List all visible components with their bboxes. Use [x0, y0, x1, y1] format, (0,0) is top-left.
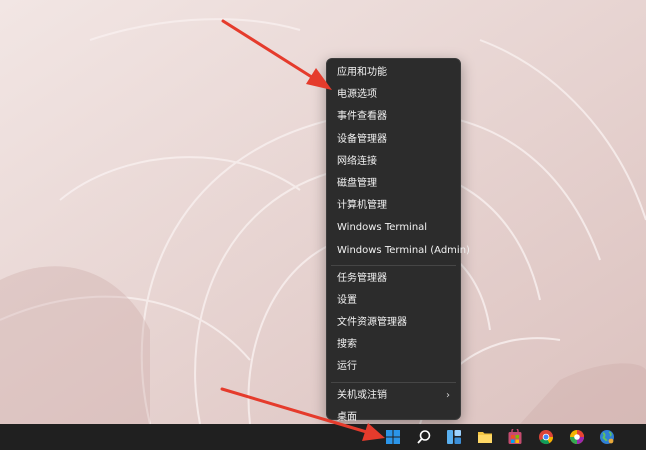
- menu-item-file-explorer[interactable]: 文件资源管理器: [327, 312, 460, 334]
- menu-item-computer-management[interactable]: 计算机管理: [327, 195, 460, 217]
- desktop-wallpaper: [0, 0, 646, 424]
- search-icon[interactable]: [416, 429, 432, 445]
- menu-separator: [331, 381, 456, 383]
- menu-item-windows-terminal-admin[interactable]: Windows Terminal (Admin): [327, 240, 470, 262]
- menu-item-task-manager[interactable]: 任务管理器: [327, 268, 460, 290]
- menu-item-apps-and-features[interactable]: 应用和功能: [327, 62, 460, 84]
- store-icon[interactable]: [507, 429, 523, 445]
- menu-item-search[interactable]: 搜索: [327, 334, 460, 356]
- menu-item-disk-management[interactable]: 磁盘管理: [327, 173, 460, 195]
- menu-item-network-connections[interactable]: 网络连接: [327, 151, 460, 173]
- file-explorer-icon[interactable]: [477, 429, 493, 445]
- menu-item-run[interactable]: 运行: [327, 356, 460, 378]
- menu-item-power-options[interactable]: 电源选项: [327, 84, 460, 106]
- menu-item-label: 关机或注销: [337, 389, 387, 401]
- windows-start-icon[interactable]: [385, 429, 401, 445]
- menu-separator: [331, 264, 456, 266]
- chevron-right-icon: ›: [446, 389, 450, 401]
- chrome-icon[interactable]: [538, 429, 554, 445]
- menu-item-shutdown-or-signout[interactable]: 关机或注销 ›: [327, 385, 460, 407]
- globe-icon[interactable]: [599, 429, 615, 445]
- browser-icon[interactable]: [569, 429, 585, 445]
- taskbar: [0, 424, 646, 450]
- menu-item-settings[interactable]: 设置: [327, 290, 460, 312]
- menu-item-device-manager[interactable]: 设备管理器: [327, 129, 460, 151]
- menu-item-windows-terminal[interactable]: Windows Terminal: [327, 217, 460, 239]
- menu-item-event-viewer[interactable]: 事件查看器: [327, 106, 460, 128]
- widgets-icon[interactable]: [446, 429, 462, 445]
- winx-context-menu: 应用和功能 电源选项 事件查看器 设备管理器 网络连接 磁盘管理 计算机管理 W…: [326, 58, 470, 423]
